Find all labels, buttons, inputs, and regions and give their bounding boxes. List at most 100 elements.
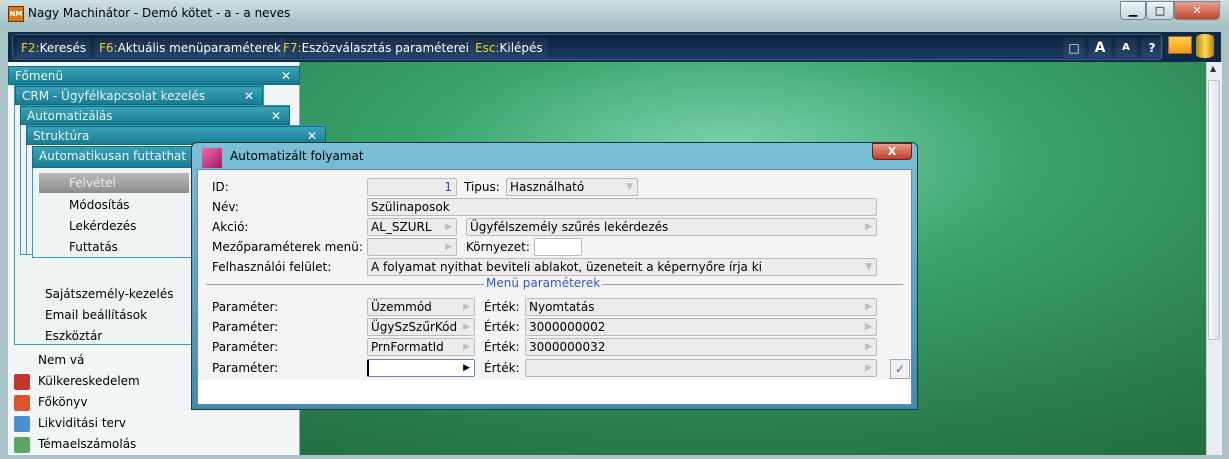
chevron-right-icon[interactable]: ▶ bbox=[445, 219, 452, 235]
chevron-right-icon[interactable]: ▶ bbox=[865, 299, 872, 315]
menu-item-sajatszemely[interactable]: Sajátszemély-kezelés bbox=[45, 284, 173, 305]
dialog-title: Automatizált folyamat bbox=[230, 149, 364, 163]
process-form: ID: 1 Tipus: Használható ▼ Név: Szülinapo… bbox=[198, 170, 911, 380]
param-value-field[interactable]: Nyomtatás ▶ bbox=[525, 298, 877, 316]
menu-window-title: Struktúra bbox=[33, 129, 90, 143]
menu-window-title: CRM - Ügyfélkapcsolat kezelés bbox=[22, 89, 206, 103]
tool-params-shortcut[interactable]: F7:Eszözválasztás paraméterei bbox=[279, 38, 473, 58]
search-shortcut[interactable]: F2:Keresés bbox=[17, 38, 91, 58]
scroll-thumb[interactable] bbox=[1208, 80, 1220, 340]
maximize-button[interactable]: □ bbox=[1146, 1, 1174, 20]
kornyezet-field[interactable] bbox=[534, 238, 582, 256]
chevron-right-icon[interactable]: ▶ bbox=[865, 339, 872, 355]
monitor-icon[interactable] bbox=[1168, 36, 1192, 54]
param-value-field[interactable]: 3000000032 ▶ bbox=[525, 338, 877, 356]
help-button[interactable]: ? bbox=[1141, 38, 1163, 58]
menu-params-shortcut[interactable]: F6:Aktuális menüparaméterek bbox=[95, 38, 285, 58]
menu-label: Likviditási terv bbox=[38, 416, 126, 430]
param-name-field[interactable]: Üzemmód ▶ bbox=[367, 298, 475, 316]
id-field[interactable]: 1 bbox=[367, 178, 457, 196]
param-label: Paraméter: bbox=[212, 320, 279, 334]
chevron-right-icon[interactable]: ▶ bbox=[463, 319, 470, 335]
param-label: Paraméter: bbox=[212, 300, 279, 314]
close-button[interactable]: ✕ bbox=[1174, 1, 1220, 20]
chevron-right-icon[interactable]: ▶ bbox=[463, 339, 470, 355]
param-label: Paraméter: bbox=[212, 361, 279, 375]
param-name-input[interactable]: ▶ bbox=[367, 359, 475, 377]
felulet-select[interactable]: A folyamat nyithat beviteli ablakot, üze… bbox=[367, 258, 877, 276]
menu-label: Témaelszámolás bbox=[38, 437, 137, 451]
menu-window-title: Automatizálás bbox=[27, 109, 113, 123]
value-label: Érték: bbox=[484, 320, 520, 334]
menu-label: Külkereskedelem bbox=[38, 374, 140, 388]
shortcut-key: F6: bbox=[99, 41, 118, 55]
font-large-button[interactable]: A bbox=[1089, 38, 1111, 58]
shortcut-key: F7: bbox=[283, 41, 302, 55]
param-value: Nyomtatás bbox=[529, 300, 595, 314]
akcio-code: AL_SZURL bbox=[371, 220, 432, 234]
menu-item-temaelszamolas[interactable]: Témaelszámolás bbox=[8, 434, 300, 455]
exit-shortcut[interactable]: Esc:Kilépés bbox=[471, 38, 547, 58]
param-name-field[interactable]: PrnFormatId ▶ bbox=[367, 338, 475, 356]
chevron-right-icon[interactable]: ▶ bbox=[865, 319, 872, 335]
shortcut-label: Eszözválasztás paraméterei bbox=[301, 41, 469, 55]
dialog-body: ID: 1 Tipus: Használható ▼ Név: Szülinapo… bbox=[197, 169, 912, 405]
param-value-field[interactable]: ▶ bbox=[525, 359, 877, 377]
close-icon[interactable]: ✕ bbox=[244, 87, 254, 106]
window-mode-button[interactable]: □ bbox=[1063, 38, 1085, 58]
chevron-right-icon[interactable]: ▶ bbox=[445, 239, 452, 255]
submenu-list: Módosítás Lekérdezés Futtatás bbox=[69, 195, 136, 258]
shortcut-label: Kilépés bbox=[499, 41, 543, 55]
dropdown-arrow-icon: ▼ bbox=[865, 262, 872, 272]
mezo-field[interactable]: ▶ bbox=[367, 238, 457, 256]
menu-window-crm[interactable]: CRM - Ügyfélkapcsolat kezelés ✕ bbox=[15, 86, 263, 105]
nev-field[interactable]: Szülinaposok bbox=[367, 198, 877, 216]
chevron-right-icon[interactable]: ▶ bbox=[865, 360, 872, 376]
menu-item-email[interactable]: Email beállítások bbox=[45, 305, 173, 326]
minimize-button[interactable]: ▁ bbox=[1120, 1, 1146, 20]
felulet-label: Felhasználói felület: bbox=[212, 260, 332, 274]
chevron-right-icon[interactable]: ▶ bbox=[463, 360, 470, 376]
menu-item-futtatas[interactable]: Futtatás bbox=[69, 237, 136, 258]
value-label: Érték: bbox=[484, 361, 520, 375]
menu-window-title: Főmenü bbox=[15, 69, 64, 83]
scroll-up-icon[interactable]: ▲ bbox=[1210, 64, 1216, 73]
param-name-field[interactable]: ÜgySzSzűrKód ▶ bbox=[367, 318, 475, 336]
database-icon[interactable] bbox=[1196, 34, 1214, 58]
chevron-right-icon[interactable]: ▶ bbox=[463, 299, 470, 315]
menu-label: Főkönyv bbox=[38, 395, 88, 409]
akcio-name-field[interactable]: Ügyfélszemély szűrés lekérdezés ▶ bbox=[466, 218, 877, 236]
menu-window-automatizalas[interactable]: Automatizálás ✕ bbox=[20, 106, 290, 125]
param-label: Paraméter: bbox=[212, 340, 279, 354]
akcio-code-field[interactable]: AL_SZURL ▶ bbox=[367, 218, 457, 236]
shortcut-label: Aktuális menüparaméterek bbox=[117, 41, 281, 55]
menu-window-fomenu[interactable]: Főmenü ✕ bbox=[8, 66, 300, 85]
chevron-right-icon[interactable]: ▶ bbox=[865, 219, 872, 235]
dialog-close-button[interactable]: X bbox=[872, 143, 912, 160]
confirm-check-button[interactable]: ✓ bbox=[890, 359, 910, 379]
value-label: Érték: bbox=[484, 300, 520, 314]
param-value: 3000000002 bbox=[529, 320, 606, 334]
param-name: ÜgySzSzűrKód bbox=[371, 320, 458, 334]
menu-item-likviditasi-terv[interactable]: Likviditási terv bbox=[8, 413, 300, 434]
id-label: ID: bbox=[212, 180, 229, 194]
font-small-button[interactable]: A bbox=[1115, 38, 1137, 58]
menu-item-lekerdezes[interactable]: Lekérdezés bbox=[69, 216, 136, 237]
menu-window-automatikusan[interactable]: Automatikusan futtathat bbox=[32, 146, 202, 168]
close-icon[interactable]: ✕ bbox=[271, 107, 281, 126]
flask-icon bbox=[14, 416, 30, 432]
close-icon[interactable]: ✕ bbox=[281, 67, 291, 86]
tipus-select[interactable]: Használható ▼ bbox=[506, 178, 638, 196]
menu-item-eszkoztar[interactable]: Eszköztár bbox=[45, 326, 173, 347]
param-name: PrnFormatId bbox=[371, 340, 444, 354]
dropdown-arrow-icon: ▼ bbox=[626, 182, 633, 192]
menu-item-modositas[interactable]: Módosítás bbox=[69, 195, 136, 216]
param-value: 3000000032 bbox=[529, 340, 606, 354]
window-title: Nagy Machinátor - Demó kötet - a - a nev… bbox=[28, 6, 291, 20]
app-logo-icon: NM bbox=[8, 6, 24, 22]
kornyezet-label: Környezet: bbox=[466, 240, 530, 254]
menu-item-felvetel[interactable]: Felvétel bbox=[39, 173, 189, 193]
shortcut-key: F2: bbox=[21, 41, 40, 55]
section-title: Menü paraméterek bbox=[484, 276, 603, 290]
param-value-field[interactable]: 3000000002 ▶ bbox=[525, 318, 877, 336]
